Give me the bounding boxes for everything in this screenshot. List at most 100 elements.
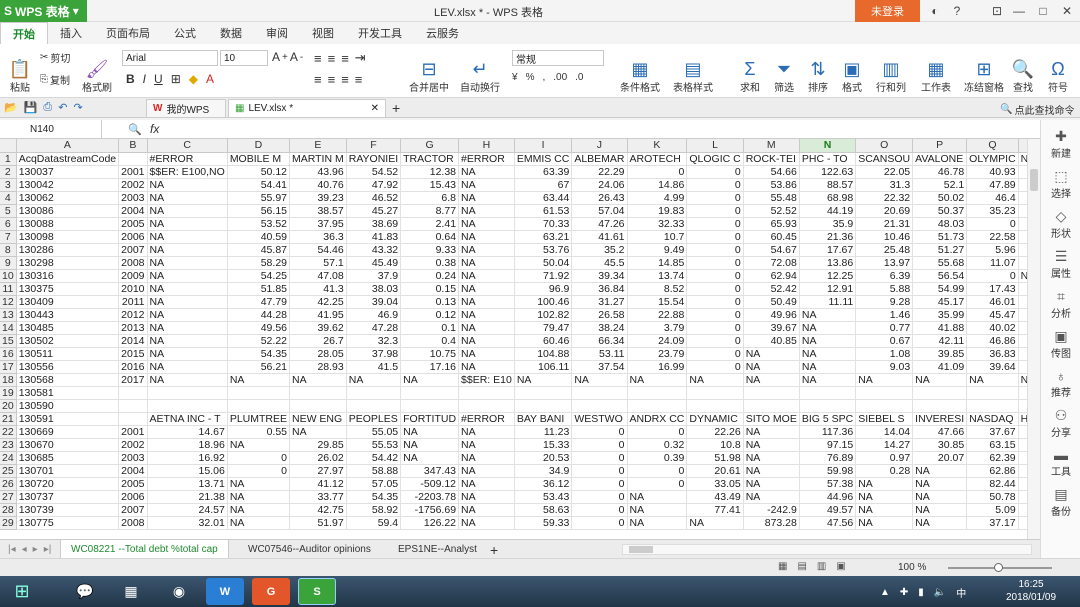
cell[interactable]: 42.11 xyxy=(912,334,968,348)
cell[interactable]: 47.28 xyxy=(346,321,402,335)
cell[interactable]: NA xyxy=(227,373,291,387)
row-header[interactable]: 6 xyxy=(0,217,17,231)
cell[interactable] xyxy=(458,399,515,413)
cell[interactable]: 96.9 xyxy=(514,282,573,296)
menu-page-layout[interactable]: 页面布局 xyxy=(94,22,162,44)
cell[interactable]: 130581 xyxy=(16,386,120,400)
cell[interactable]: NA xyxy=(400,373,460,387)
cell[interactable]: 130485 xyxy=(16,321,120,335)
cell[interactable]: 2003 xyxy=(118,191,148,205)
cell[interactable]: NA xyxy=(458,295,515,309)
cell[interactable]: NA xyxy=(147,373,228,387)
cell[interactable]: 52.22 xyxy=(227,334,291,348)
cell[interactable]: 39.85 xyxy=(912,347,968,361)
cell[interactable]: 0 xyxy=(571,490,628,504)
cell[interactable]: 130669 xyxy=(16,425,120,439)
cell[interactable]: 47.08 xyxy=(289,269,347,283)
cell[interactable]: NA xyxy=(458,451,515,465)
cell[interactable]: 37.98 xyxy=(346,347,402,361)
cell[interactable]: 2012 xyxy=(118,308,148,322)
cell[interactable]: 57.38 xyxy=(799,477,857,491)
undo-icon[interactable]: ↶ xyxy=(58,101,67,114)
cell[interactable]: 62.39 xyxy=(966,451,1019,465)
cell[interactable]: 41.3 xyxy=(289,282,347,296)
column-header-r[interactable]: R xyxy=(1018,139,1027,153)
column-header-h[interactable]: H xyxy=(458,139,515,153)
cell[interactable]: 45.17 xyxy=(912,295,968,309)
cell[interactable]: QLOGIC C xyxy=(686,152,744,166)
align-top-icon[interactable]: ≡ xyxy=(314,51,322,66)
close-icon[interactable]: ✕ xyxy=(1054,0,1080,22)
tab-lev-xlsx[interactable]: ▦ LEV.xlsx * ✕ xyxy=(228,99,386,118)
cell[interactable]: 2002 xyxy=(118,178,148,192)
row-header[interactable]: 25 xyxy=(0,464,17,478)
cell[interactable]: 68.06 xyxy=(1018,334,1027,348)
cell[interactable]: NA xyxy=(458,347,515,361)
cell[interactable]: 37.9 xyxy=(346,269,402,283)
cell[interactable]: 130316 xyxy=(16,269,120,283)
page-layout-icon[interactable]: ▤ xyxy=(797,561,806,572)
cell[interactable]: 41.83 xyxy=(346,230,402,244)
tab-my-wps[interactable]: W 我的WPS xyxy=(146,99,226,118)
cell[interactable]: 42.75 xyxy=(289,503,347,517)
cell[interactable]: 67 xyxy=(514,178,573,192)
app-menu-button[interactable]: S WPS 表格 ▾ xyxy=(0,0,87,22)
cell[interactable]: NA xyxy=(912,516,968,530)
cell[interactable]: NA xyxy=(458,204,515,218)
side-item[interactable]: ⚇ 分享 xyxy=(1041,407,1080,439)
cell[interactable]: 12.38 xyxy=(400,165,460,179)
row-header[interactable]: 24 xyxy=(0,451,17,465)
cell[interactable]: 0.4 xyxy=(400,334,460,348)
font-color-icon[interactable]: A xyxy=(206,72,214,86)
align-left-icon[interactable]: ≡ xyxy=(314,72,322,87)
cell[interactable]: NA xyxy=(743,490,800,504)
cell[interactable]: 2008 xyxy=(118,256,148,270)
cell[interactable]: 22.58 xyxy=(966,230,1019,244)
cell[interactable]: 39.34 xyxy=(1018,204,1027,218)
wrap-text-button[interactable]: ↵ 自动换行 xyxy=(458,46,502,94)
align-right-icon[interactable]: ≡ xyxy=(341,72,349,87)
increase-decimal-icon[interactable]: .00 xyxy=(553,72,567,83)
cell[interactable]: 130286 xyxy=(16,243,120,257)
cell[interactable]: 26.43 xyxy=(571,191,628,205)
row-header[interactable]: 7 xyxy=(0,230,17,244)
cell[interactable]: 32.3 xyxy=(346,334,402,348)
align-center-icon[interactable]: ≡ xyxy=(328,72,336,87)
row-header[interactable]: 3 xyxy=(0,178,17,192)
fx-button[interactable]: fx xyxy=(150,122,159,136)
cell[interactable]: 0.39 xyxy=(627,451,688,465)
cell[interactable]: NA xyxy=(227,490,291,504)
cell[interactable]: 6.31 xyxy=(1018,451,1027,465)
help-icon[interactable]: ? xyxy=(944,0,970,22)
cell[interactable]: 1.46 xyxy=(855,308,914,322)
cell[interactable] xyxy=(227,386,291,400)
cell[interactable]: 51.73 xyxy=(912,230,968,244)
column-header-q[interactable]: Q xyxy=(966,139,1019,153)
cell[interactable]: 40.02 xyxy=(966,321,1019,335)
start-button[interactable]: ⊞ xyxy=(2,578,42,605)
grow-font-icon[interactable]: A + A- xyxy=(272,50,303,64)
cell[interactable]: 130502 xyxy=(16,334,120,348)
column-header-c[interactable]: C xyxy=(147,139,228,153)
cell[interactable]: NA xyxy=(799,308,857,322)
cell[interactable]: 53.11 xyxy=(571,347,628,361)
cell[interactable]: 17.43 xyxy=(966,282,1019,296)
cell[interactable]: 58.88 xyxy=(346,464,402,478)
cell[interactable]: 48.03 xyxy=(912,217,968,231)
cell[interactable]: 59.33 xyxy=(514,516,573,530)
cell[interactable]: 54.46 xyxy=(289,243,347,257)
cell[interactable]: 43.96 xyxy=(289,165,347,179)
cell[interactable]: 55.48 xyxy=(743,191,800,205)
cell[interactable]: 55.68 xyxy=(912,256,968,270)
cell[interactable]: 5.09 xyxy=(966,503,1019,517)
cell[interactable]: 39.34 xyxy=(571,269,628,283)
cell[interactable] xyxy=(400,386,460,400)
cell[interactable]: -509.12 xyxy=(400,477,460,491)
cell[interactable]: 47.48 xyxy=(1018,256,1027,270)
cell[interactable]: NA xyxy=(1018,373,1027,387)
cell[interactable]: SCANSOU xyxy=(855,152,914,166)
cell[interactable]: 44.96 xyxy=(799,490,857,504)
cell[interactable]: 9.49 xyxy=(627,243,688,257)
cell[interactable]: 38.24 xyxy=(571,321,628,335)
cell[interactable]: 47.56 xyxy=(799,516,857,530)
